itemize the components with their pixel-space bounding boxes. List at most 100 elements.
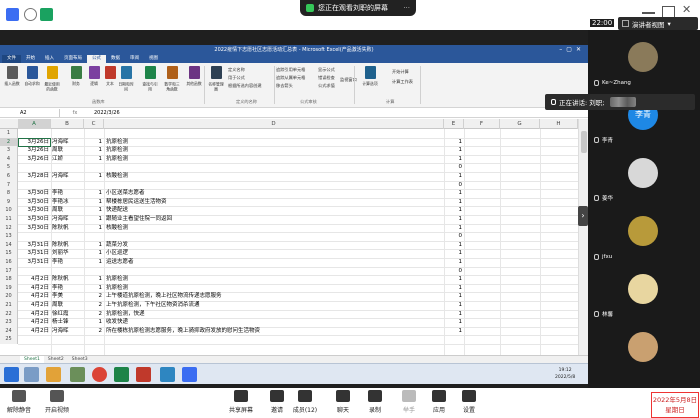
row-header[interactable]: 1 (0, 129, 18, 138)
participant-tile[interactable]: Ke~Zhang (588, 34, 700, 90)
media-icon[interactable] (70, 367, 85, 382)
powerpoint-icon[interactable] (136, 367, 151, 382)
ribbon-tab[interactable]: 审阅 (125, 55, 144, 63)
cell-b[interactable]: 周联 (52, 301, 85, 310)
cell-c[interactable]: 1 (84, 189, 103, 198)
cell-b[interactable]: 陈秋帆 (52, 275, 85, 284)
toolbar-button-members[interactable]: 成员(12) (290, 390, 320, 414)
cell-d[interactable] (106, 163, 446, 172)
participant-tile[interactable]: jfxu (588, 208, 700, 264)
more-icon[interactable]: ··· (403, 0, 410, 16)
cell-d[interactable]: 小区巡逻 (106, 249, 446, 258)
cell-a[interactable]: 4月2日 (18, 301, 49, 310)
row-header[interactable]: 20 (0, 292, 18, 301)
cell-e[interactable]: 1 (444, 327, 463, 336)
toolbar-button-video-off[interactable]: 开启视频 (40, 390, 74, 414)
cell-d[interactable] (106, 335, 446, 344)
row-header[interactable]: 16 (0, 258, 18, 267)
cell-a[interactable] (18, 163, 49, 172)
cell-e[interactable]: 1 (444, 258, 463, 267)
ribbon-small-button[interactable]: 错误检查 (318, 75, 335, 81)
selected-cell[interactable] (18, 137, 51, 147)
row-header[interactable]: 23 (0, 318, 18, 327)
cell-d[interactable]: 上午抗原检测，下午社区物资消杀流通 (106, 301, 446, 310)
ribbon-small-button[interactable]: 开始计算 (392, 69, 409, 75)
ribbon-small-button[interactable]: 追踪从属单元格 (276, 75, 305, 81)
cell-e[interactable]: 1 (444, 215, 463, 224)
cell-a[interactable]: 4月2日 (18, 327, 49, 336)
cell-a[interactable]: 3月30日 (18, 215, 50, 224)
cell-b[interactable]: 冯海晖 (52, 215, 85, 224)
explorer-icon[interactable] (24, 367, 39, 382)
cell-e[interactable]: 1 (444, 292, 463, 301)
cell-c[interactable]: 1 (84, 318, 103, 327)
cell-d[interactable]: 核酸检测 (106, 224, 446, 233)
row-header[interactable]: 25 (0, 335, 18, 344)
cell-a[interactable]: 3月31日 (18, 241, 50, 250)
participant-tile[interactable] (588, 324, 700, 380)
toolbar-button-settings[interactable]: 设置 (454, 390, 484, 414)
cell-e[interactable]: 1 (444, 275, 463, 284)
row-header[interactable]: 6 (0, 172, 18, 181)
cell-d[interactable] (106, 129, 446, 138)
ribbon-small-button[interactable]: 移去箭头 (276, 83, 293, 89)
ribbon-button[interactable]: 财务 (66, 66, 86, 87)
cell-c[interactable]: 2 (84, 292, 103, 301)
ribbon-button[interactable]: 名称管理器 (206, 66, 226, 93)
cell-a[interactable] (18, 335, 49, 344)
ribbon-small-button[interactable]: 显示公式 (318, 67, 335, 73)
cell-c[interactable]: 1 (84, 249, 103, 258)
word-icon[interactable] (160, 367, 175, 382)
row-header[interactable]: 21 (0, 301, 18, 310)
ribbon-tab[interactable]: 开始 (21, 55, 40, 63)
cell-d[interactable]: 抗原检测，快递 (106, 310, 446, 319)
share-status-pill[interactable]: 您正在观看刘职的屏幕 ··· (300, 0, 416, 16)
column-header[interactable]: H (540, 119, 578, 129)
cell-a[interactable]: 4月2日 (18, 310, 49, 319)
cell-a[interactable] (18, 232, 49, 241)
ribbon-button[interactable]: 日期和时间 (116, 66, 136, 93)
cell-c[interactable]: 1 (84, 198, 103, 207)
meeting-app-icon[interactable] (182, 367, 197, 382)
cell-b[interactable] (52, 129, 85, 138)
cell-d[interactable]: 上午楼道抗原检测，晚上社区物流传递志愿服务 (106, 292, 446, 301)
cell-c[interactable] (84, 181, 102, 190)
cell-b[interactable] (52, 181, 85, 190)
cell-a[interactable] (18, 129, 49, 138)
ribbon-tab[interactable]: 公式 (87, 55, 106, 63)
cell-e[interactable]: 1 (444, 224, 463, 233)
cell-c[interactable]: 1 (84, 241, 103, 250)
cell-c[interactable]: 1 (84, 146, 103, 155)
network-icon[interactable] (40, 8, 53, 21)
cell-e[interactable]: 0 (444, 267, 463, 276)
cell-a[interactable]: 3月30日 (18, 189, 50, 198)
row-header[interactable]: 10 (0, 206, 18, 215)
excel-window-controls[interactable]: –▢✕ (559, 45, 585, 55)
row-header[interactable]: 9 (0, 197, 18, 207)
cell-b[interactable]: 刘丽华 (52, 249, 85, 258)
column-header[interactable]: E (444, 119, 464, 129)
ribbon-small-button[interactable]: 根据所选内容创建 (228, 83, 262, 89)
cell-c[interactable]: 1 (84, 206, 103, 215)
cell-b[interactable]: 杨士锋 (52, 318, 85, 327)
cell-e[interactable]: 1 (444, 284, 463, 293)
cell-e[interactable]: 1 (444, 241, 463, 250)
cell-c[interactable]: 1 (84, 172, 103, 181)
cell-d[interactable]: 运送志愿者 (106, 258, 446, 267)
cell-a[interactable]: 3月30日 (18, 206, 50, 215)
presenter-view-button[interactable]: 演讲者视图 ▾ (618, 17, 698, 30)
cell-e[interactable]: 1 (444, 310, 463, 319)
cell-e[interactable]: 1 (444, 206, 463, 215)
toolbar-button-apps[interactable]: 应用 (424, 390, 454, 414)
cell-a[interactable]: 3月26日 (18, 155, 50, 164)
cell-d[interactable]: 抗原检测 (106, 275, 446, 284)
start-icon[interactable] (4, 367, 19, 382)
cell-e[interactable]: 1 (444, 301, 463, 310)
cell-b[interactable]: 周联 (52, 206, 85, 215)
sheet-tab[interactable]: Sheet1 (20, 356, 44, 363)
collapse-panel-button[interactable]: › (578, 206, 588, 226)
cell-e[interactable]: 1 (444, 198, 463, 207)
cell-e[interactable]: 0 (444, 181, 463, 190)
row-header[interactable]: 8 (0, 189, 18, 198)
formula-input[interactable]: 2022/3/26 (90, 110, 120, 116)
